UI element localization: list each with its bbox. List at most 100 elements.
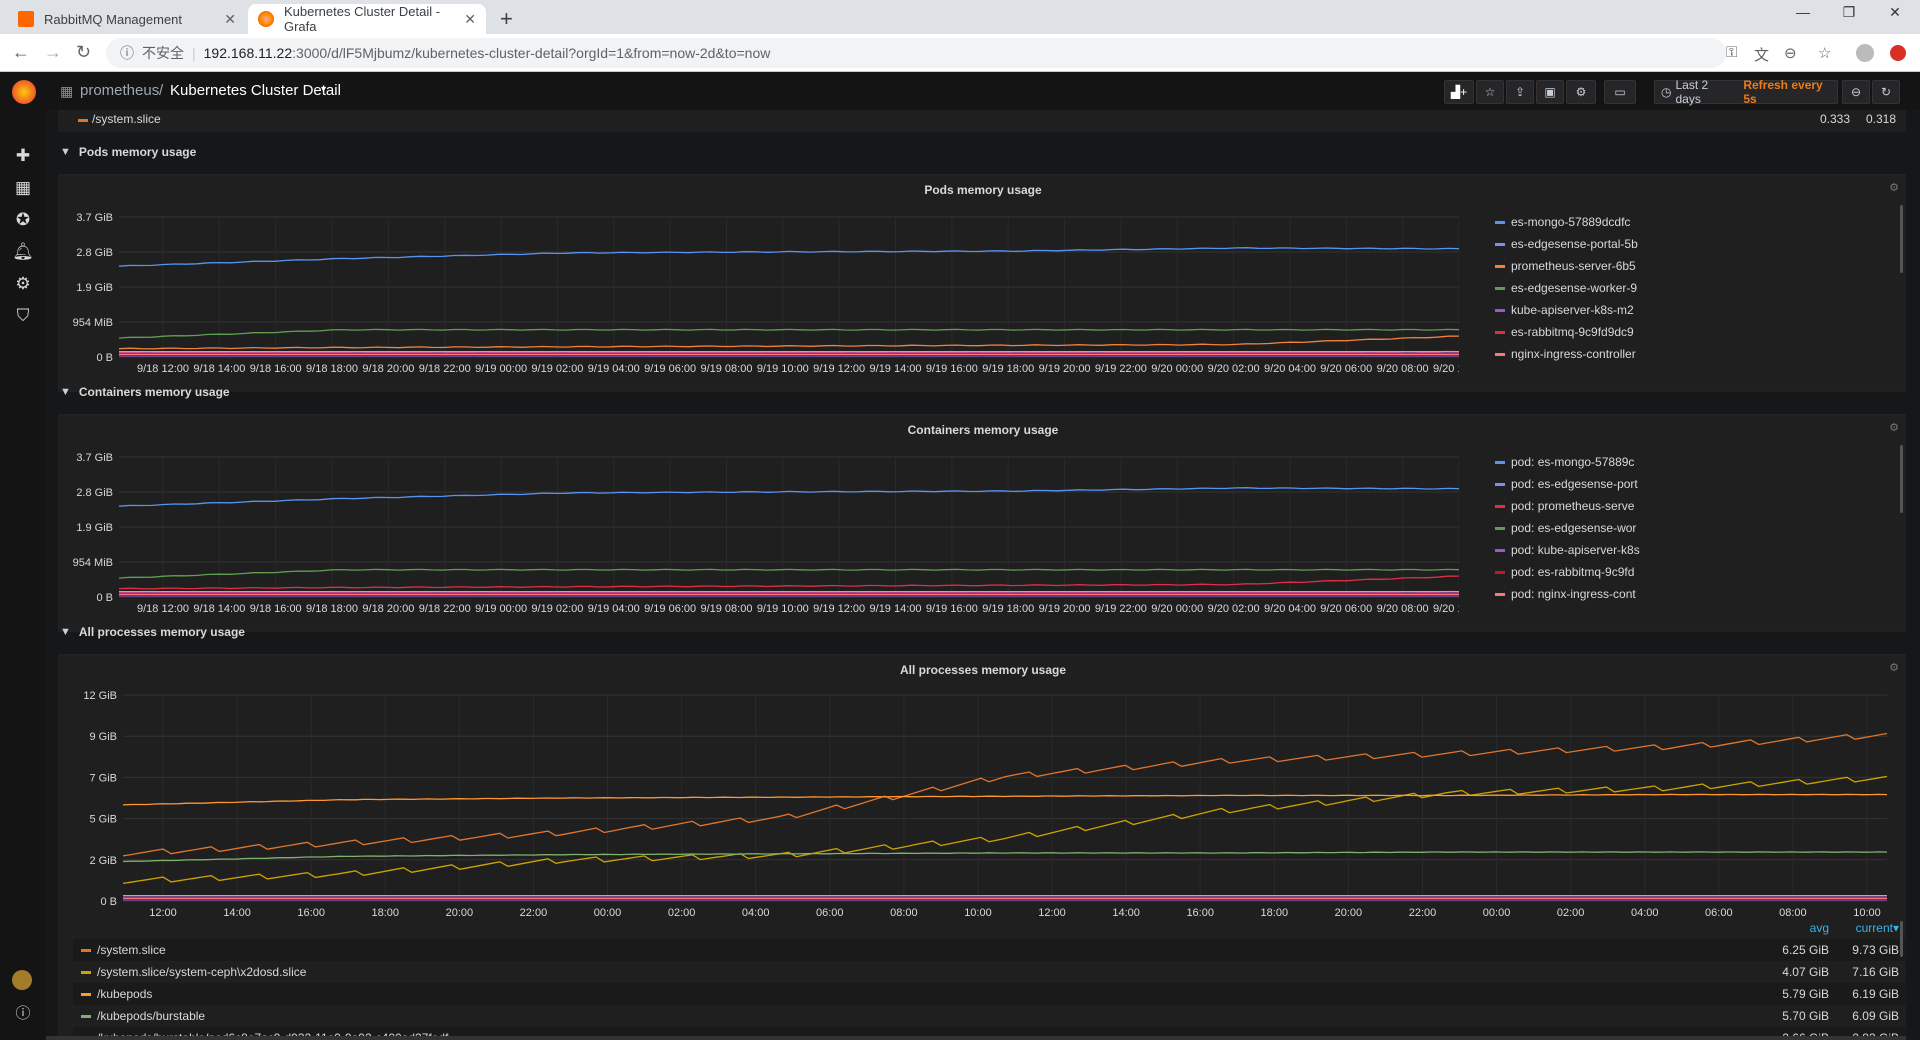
table-row[interactable]: /kubepods/burstable 5.70 GiB 6.09 GiB [73,1005,1906,1027]
profile-avatar[interactable] [1856,44,1874,62]
pods-memory-chart[interactable]: 3.7 GiB 2.8 GiB 1.9 GiB 954 MiB 0 B 9/18 12:0… [59,195,1459,395]
containers-memory-chart[interactable]: 3.7 GiB 2.8 GiB 1.9 GiB 954 MiB 0 B 9/18 12:0… [59,435,1459,635]
tab-grafana[interactable]: Kubernetes Cluster Detail - Grafa ✕ [248,4,486,34]
legend-item[interactable]: pod: prometheus-serve [1495,495,1900,517]
alerting-bell-icon[interactable]: 🔔︎ [12,242,34,264]
x-tick-label: 12:00 [149,907,177,919]
x-tick-label: 9/20 10:00 [1433,603,1459,615]
close-icon[interactable]: ✕ [224,11,236,28]
dashboard-navbar: ▦ prometheus / Kubernetes Cluster Detail… [46,72,1920,110]
x-tick-label: 22:00 [520,907,548,919]
column-avg[interactable]: avg [1759,921,1829,935]
legend-swatch [81,992,91,996]
x-tick-label: 9/19 20:00 [1039,363,1091,375]
extension-icon[interactable] [1890,45,1906,61]
legend-item[interactable]: es-mongo-57889dcdfc [1495,211,1900,233]
legend-item[interactable]: es-edgesense-worker-9 [1495,277,1900,299]
dashboards-icon[interactable]: ▦ [12,178,34,200]
prev-row-name: /system.slice [92,112,161,126]
processes-memory-chart[interactable]: 12 GiB 9 GiB 7 GiB 5 GiB 2 GiB 0 B 12:00 14:00 1… [59,675,1906,937]
legend-item[interactable]: pod: es-mongo-57889c [1495,451,1900,473]
new-tab-icon[interactable]: + [500,6,513,32]
forward-icon[interactable]: → [44,42,62,63]
folder-link[interactable]: prometheus [80,82,159,99]
key-icon[interactable]: ⚿ [1726,44,1737,61]
x-tick-label: 16:00 [297,907,325,919]
legend-swatch [1495,504,1505,508]
reload-icon[interactable]: ↻ [76,42,91,63]
legend-scrollbar[interactable] [1900,921,1903,957]
legend-item[interactable]: es-rabbitmq-9c9fd9dc9 [1495,321,1900,343]
table-row[interactable]: /system.slice/system-ceph\x2dosd.slice 4.… [73,961,1906,983]
x-tick-label: 9/19 06:00 [644,363,696,375]
row-header-pods[interactable]: ▼ Pods memory usage [60,145,196,159]
legend-item[interactable]: pod: es-edgesense-wor [1495,517,1900,539]
x-tick-label: 12:00 [1038,907,1066,919]
legend-item[interactable]: nginx-ingress-controller [1495,343,1900,365]
x-tick-label: 9/19 10:00 [757,603,809,615]
page-scrollbar[interactable] [46,1036,1906,1040]
legend-scrollbar[interactable] [1900,445,1903,513]
panel-loading-icon: ⚙ [1889,662,1899,674]
table-row[interactable]: /system.slice 6.25 GiB 9.73 GiB [73,939,1906,961]
column-current[interactable]: current▾ [1829,921,1899,935]
tab-rabbitmq[interactable]: RabbitMQ Management ✕ [8,4,246,34]
back-icon[interactable]: ← [12,42,30,63]
legend-scrollbar[interactable] [1900,205,1903,273]
close-icon[interactable]: ✕ [464,11,476,28]
grafana-icon [258,11,274,27]
row-header-containers[interactable]: ▼ Containers memory usage [60,385,230,399]
row-header-processes[interactable]: ▼ All processes memory usage [60,625,245,639]
configuration-gear-icon[interactable]: ⚙ [12,274,34,296]
share-icon[interactable]: ⇪ [1506,80,1534,104]
grafana-logo-icon[interactable] [12,80,36,104]
x-tick-label: 9/19 04:00 [588,363,640,375]
x-tick-label: 18:00 [371,907,399,919]
zoom-out-icon[interactable]: ⊖ [1842,80,1870,104]
info-icon[interactable]: ⓘ [120,43,134,63]
time-picker-button[interactable]: ◷ Last 2 days Refresh every 5s [1654,78,1838,106]
x-tick-label: 9/18 22:00 [419,363,471,375]
legend-item[interactable]: pod: nginx-ingress-cont [1495,583,1900,605]
refresh-icon[interactable]: ↻ [1872,80,1900,104]
security-label: 不安全 [142,45,184,61]
star-icon[interactable]: ☆ [1476,80,1504,104]
caret-down-icon[interactable]: ▾ [321,84,326,95]
x-tick-label: 04:00 [1631,907,1659,919]
help-icon[interactable]: ⓘ [12,1002,34,1024]
x-tick-label: 9/20 06:00 [1320,603,1372,615]
legend-item[interactable]: pod: es-edgesense-port [1495,473,1900,495]
translate-icon[interactable]: 文 [1754,44,1769,65]
legend-item[interactable]: pod: es-rabbitmq-9c9fd [1495,561,1900,583]
legend-item[interactable]: es-edgesense-portal-5b [1495,233,1900,255]
clock-icon: ◷ [1661,85,1672,99]
server-admin-shield-icon[interactable]: ⛉ [12,306,34,328]
x-tick-label: 9/19 02:00 [531,603,583,615]
create-plus-icon[interactable]: ✚ [12,146,34,168]
zoom-icon[interactable]: ⊖ [1784,44,1797,62]
bookmark-star-icon[interactable]: ☆ [1818,44,1831,62]
x-tick-label: 9/19 14:00 [870,603,922,615]
settings-gear-icon[interactable]: ⚙ [1566,80,1596,104]
add-panel-icon[interactable]: ▟+ [1444,80,1474,104]
chevron-down-icon: ▼ [60,386,71,398]
maximize-icon[interactable]: ❐ [1826,4,1872,21]
dashboard-title[interactable]: Kubernetes Cluster Detail [170,82,341,99]
minimize-icon[interactable]: — [1780,4,1826,20]
x-tick-label: 9/19 06:00 [644,603,696,615]
legend-table: avg current▾ /system.slice 6.25 GiB 9.73 G… [73,921,1906,1040]
table-row[interactable]: /kubepods 5.79 GiB 6.19 GiB [73,983,1906,1005]
legend-item[interactable]: pod: kube-apiserver-k8s [1495,539,1900,561]
explore-compass-icon[interactable]: ✪ [12,210,34,232]
window-close-icon[interactable]: ✕ [1872,4,1918,21]
save-icon[interactable]: ▣ [1536,80,1564,104]
y-tick-label: 9 GiB [89,731,117,743]
legend-item[interactable]: prometheus-server-6b5 [1495,255,1900,277]
x-tick-label: 9/19 22:00 [1095,363,1147,375]
url-input[interactable]: ⓘ 不安全 | 192.168.11.22 :3000/d/lF5Mjbumz/… [106,38,1726,68]
x-tick-label: 9/20 02:00 [1208,363,1260,375]
legend-item[interactable]: kube-apiserver-k8s-m2 [1495,299,1900,321]
tv-mode-icon[interactable]: ▭ [1604,80,1636,104]
user-avatar[interactable] [12,970,32,990]
x-tick-label: 9/18 16:00 [250,363,302,375]
